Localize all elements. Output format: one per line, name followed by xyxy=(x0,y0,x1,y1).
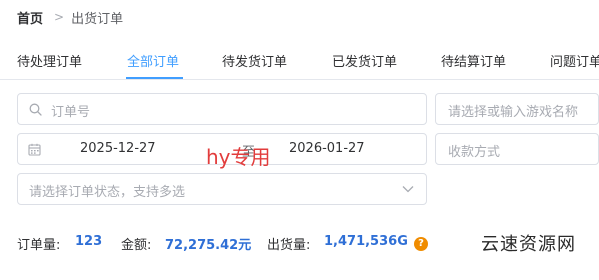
order-number-input[interactable]: 订单号 xyxy=(17,93,427,125)
site-watermark: 云速资源网 xyxy=(481,234,576,255)
order-status-placeholder: 请选择订单状态，支持多选 xyxy=(29,185,186,200)
breadcrumb-home[interactable]: 首页 xyxy=(17,8,43,27)
date-end[interactable]: 2026-01-27 xyxy=(289,141,365,156)
amount-value: 72,275.42元 xyxy=(165,238,252,253)
game-name-placeholder: 请选择或输入游戏名称 xyxy=(448,105,579,120)
chevron-down-icon xyxy=(402,186,414,193)
tab-all-orders[interactable]: 全部订单 xyxy=(127,51,179,70)
breadcrumb: 首页 > 出货订单 xyxy=(17,7,123,27)
tab-pending[interactable]: 待处理订单 xyxy=(17,51,82,70)
shipped-quantity-label: 出货量: xyxy=(267,238,311,253)
tab-shipped[interactable]: 已发货订单 xyxy=(332,51,397,70)
payment-method-placeholder: 收款方式 xyxy=(448,145,501,160)
order-status-select[interactable]: 请选择订单状态，支持多选 xyxy=(17,173,427,205)
order-count-value: 123 xyxy=(75,234,103,249)
order-count-label: 订单量: xyxy=(17,238,61,253)
order-number-placeholder: 订单号 xyxy=(51,105,91,120)
amount-label: 金额: xyxy=(121,238,152,253)
date-start[interactable]: 2025-12-27 xyxy=(80,141,156,156)
help-icon[interactable]: ? xyxy=(414,237,428,251)
tab-awaiting-shipment[interactable]: 待发货订单 xyxy=(222,51,287,70)
game-name-select[interactable]: 请选择或输入游戏名称 xyxy=(435,93,599,125)
calendar-icon xyxy=(28,143,41,156)
order-tabs: 待处理订单 全部订单 待发货订单 已发货订单 待结算订单 问题订单 xyxy=(0,38,599,80)
tab-awaiting-settlement[interactable]: 待结算订单 xyxy=(441,51,506,70)
search-icon xyxy=(29,103,42,116)
payment-method-select[interactable]: 收款方式 xyxy=(435,133,599,165)
overlay-watermark-text: hy专用 xyxy=(206,145,271,169)
breadcrumb-current: 出货订单 xyxy=(71,11,124,27)
breadcrumb-separator: > xyxy=(54,10,65,24)
shipped-quantity-value: 1,471,536G xyxy=(324,234,408,249)
active-tab-indicator xyxy=(126,77,183,79)
tab-problem-orders[interactable]: 问题订单 xyxy=(550,51,599,70)
